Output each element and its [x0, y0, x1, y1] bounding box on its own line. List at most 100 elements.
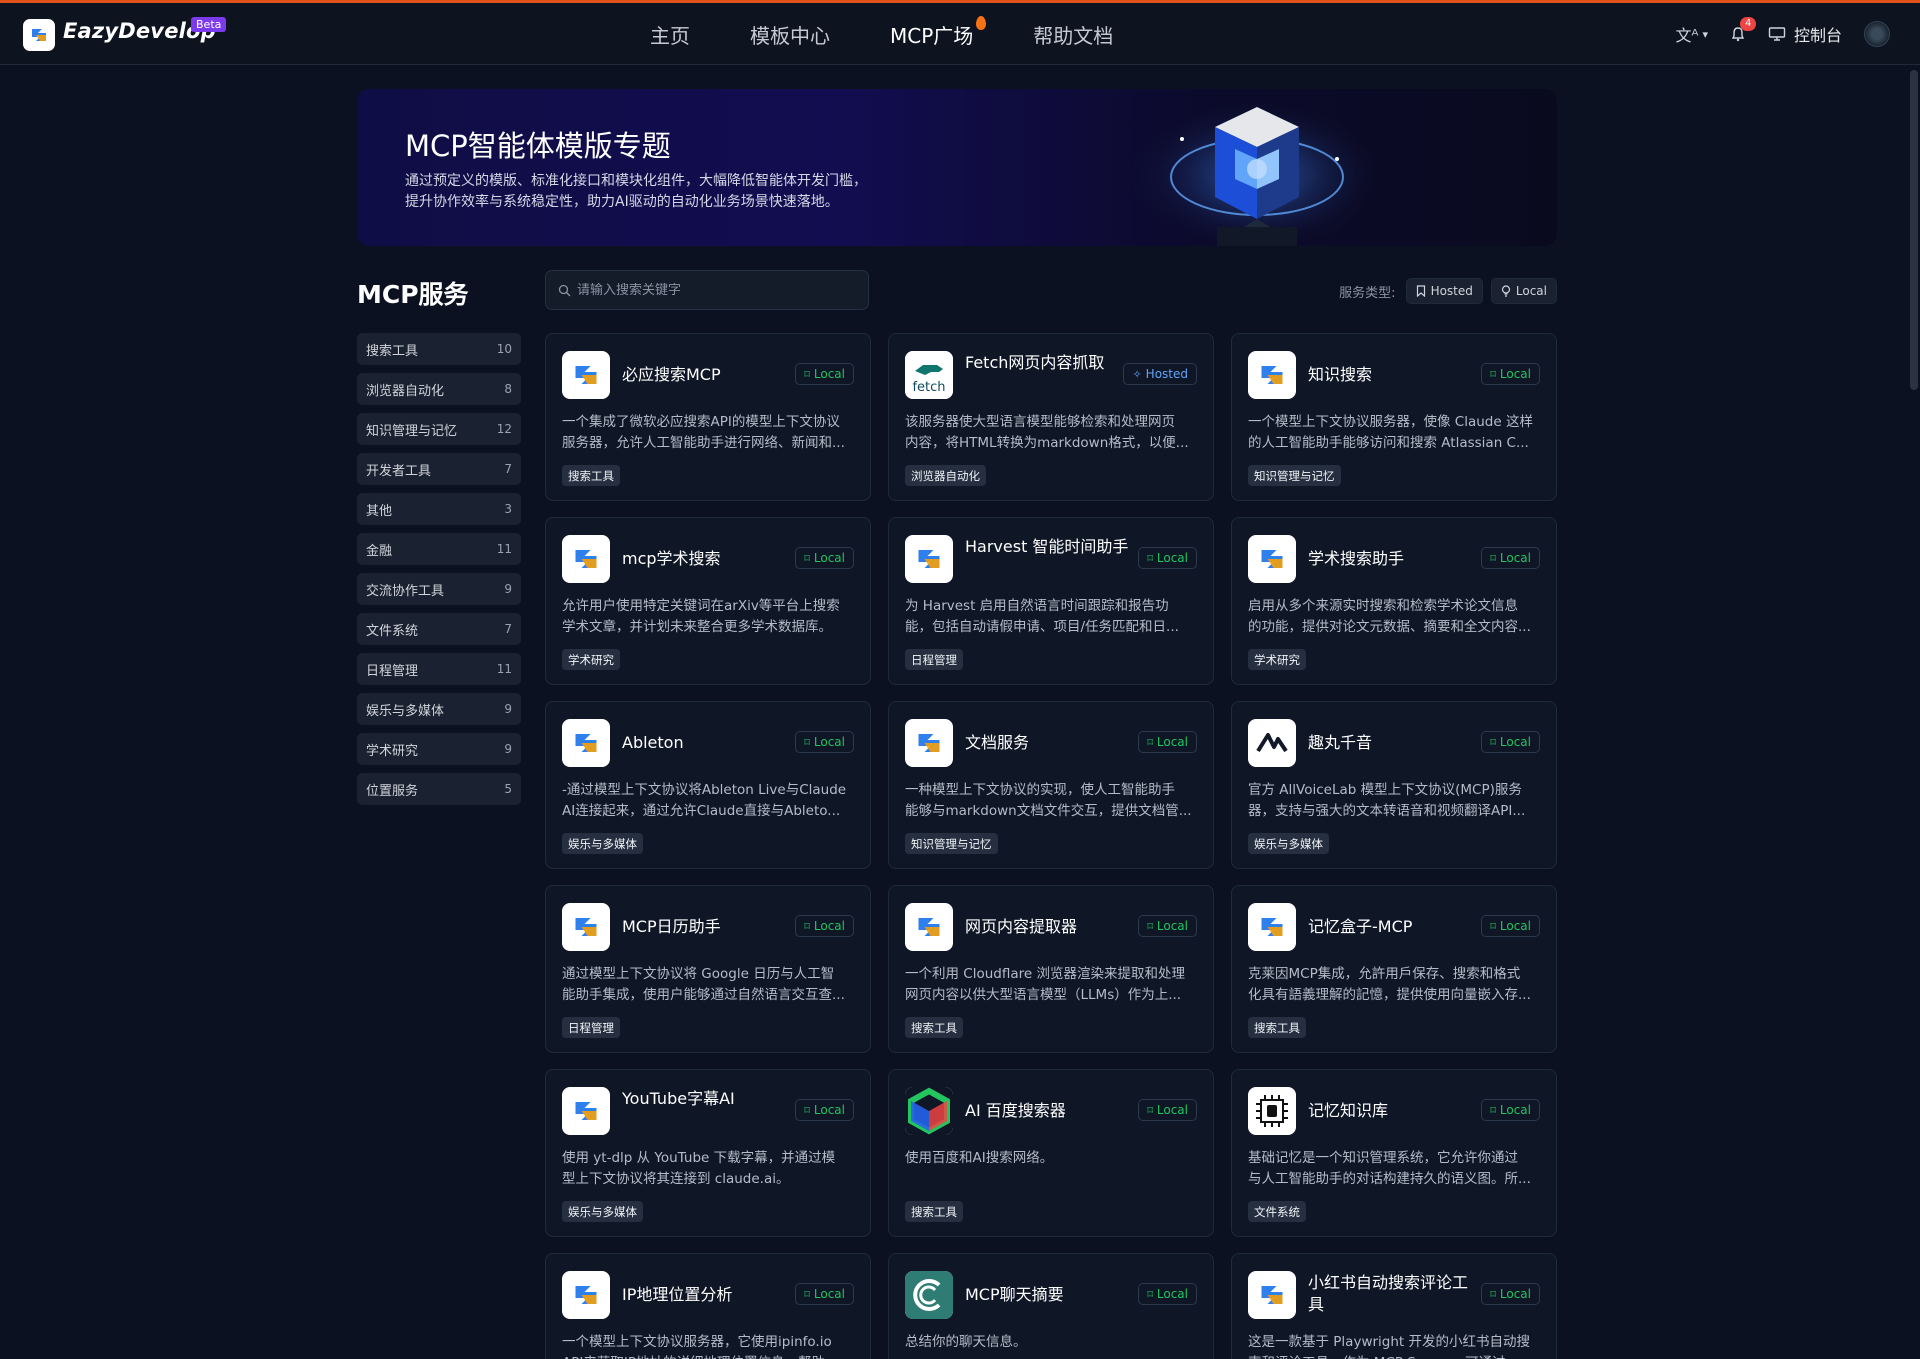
- eazydevelop-logo-icon: [1248, 903, 1296, 951]
- category-label: 学术研究: [366, 743, 419, 759]
- search-input[interactable]: [577, 282, 857, 298]
- mcp-card[interactable]: fetch Fetch网页内容抓取 ✧ Hosted 该服务器使大型语言模型能够…: [888, 333, 1214, 501]
- card-title: 小红书自动搜索评论工具: [1308, 1273, 1469, 1314]
- card-title: 趣丸千音: [1308, 733, 1373, 752]
- category-item[interactable]: 浏览器自动化 8: [357, 373, 521, 405]
- category-tag[interactable]: 学术研究: [1248, 649, 1306, 670]
- card-desc-line-2: 学术文章，并计划未来整合更多学术数据库。: [562, 619, 832, 635]
- category-tag[interactable]: 娱乐与多媒体: [562, 833, 643, 854]
- filter-local-button[interactable]: Local: [1490, 278, 1557, 304]
- service-type-tag: ⌑ Local: [795, 1283, 854, 1305]
- card-desc-line-2: 化具有語義理解的記憶，提供使用向量嵌入存...: [1248, 987, 1531, 1003]
- category-item[interactable]: 文件系统 7: [357, 613, 521, 645]
- nav-home[interactable]: 主页: [650, 20, 690, 49]
- category-item[interactable]: 搜索工具 10: [357, 333, 521, 365]
- category-tag[interactable]: 娱乐与多媒体: [1248, 833, 1329, 854]
- service-type-tag: ⌑ Local: [795, 363, 854, 385]
- category-tag[interactable]: 娱乐与多媒体: [562, 1201, 643, 1222]
- nav-help-docs[interactable]: 帮助文档: [1033, 20, 1113, 49]
- mcp-card[interactable]: 小红书自动搜索评论工具 ⌑ Local 这是一款基于 Playwright 开发…: [1231, 1253, 1557, 1359]
- mcp-card[interactable]: 知识搜索 ⌑ Local 一个模型上下文协议服务器，使像 Claude 这样 的…: [1231, 333, 1557, 501]
- card-title: MCP日历助手: [622, 917, 721, 936]
- category-count: 10: [496, 342, 512, 356]
- bookmark-icon: ⌑: [1490, 367, 1496, 381]
- mcp-card[interactable]: MCP聊天摘要 ⌑ Local 总结你的聊天信息。 交流协作工具: [888, 1253, 1214, 1359]
- card-description: 允许用户使用特定关键词在arXiv等平台上搜索 学术文章，并计划未来整合更多学术…: [562, 596, 856, 638]
- mcp-card[interactable]: mcp学术搜索 ⌑ Local 允许用户使用特定关键词在arXiv等平台上搜索 …: [545, 517, 871, 685]
- category-item[interactable]: 学术研究 9: [357, 733, 521, 765]
- scrollbar-thumb[interactable]: [1910, 70, 1918, 390]
- mcp-card[interactable]: 记忆盒子-MCP ⌑ Local 克莱因MCP集成，允許用戶保存、搜索和格式 化…: [1231, 885, 1557, 1053]
- card-desc-line-1: 一个利用 Cloudflare 浏览器渲染来提取和处理: [905, 966, 1185, 982]
- service-type-tag: ✧ Hosted: [1123, 363, 1197, 385]
- category-item[interactable]: 开发者工具 7: [357, 453, 521, 485]
- category-item[interactable]: 金融 11: [357, 533, 521, 565]
- service-type-tag: ⌑ Local: [1481, 1283, 1540, 1305]
- category-tag[interactable]: 日程管理: [562, 1017, 620, 1038]
- category-tag[interactable]: 搜索工具: [905, 1017, 963, 1038]
- card-desc-line-1: 允许用户使用特定关键词在arXiv等平台上搜索: [562, 598, 840, 614]
- section-title: MCP服务: [357, 280, 469, 309]
- bookmark-icon: ⌑: [1147, 1287, 1153, 1301]
- eazydevelop-logo-icon: [905, 535, 953, 583]
- service-type-tag: ⌑ Local: [1138, 1099, 1197, 1121]
- card-desc-line-1: 一个集成了微软必应搜索API的模型上下文协议: [562, 414, 840, 430]
- bookmark-icon: ⌑: [1490, 1103, 1496, 1117]
- service-type-tag: ⌑ Local: [795, 547, 854, 569]
- card-title: Fetch网页内容抓取: [965, 353, 1105, 372]
- category-tag[interactable]: 日程管理: [905, 649, 963, 670]
- mcp-card[interactable]: IP地理位置分析 ⌑ Local 一个模型上下文协议服务器，它使用ipinfo.…: [545, 1253, 871, 1359]
- nav-templates[interactable]: 模板中心: [750, 20, 830, 49]
- avatar[interactable]: [1864, 21, 1890, 47]
- category-tag[interactable]: 文件系统: [1248, 1201, 1306, 1222]
- category-item[interactable]: 位置服务 5: [357, 773, 521, 805]
- mcp-card[interactable]: AI 百度搜索器 ⌑ Local 使用百度和AI搜索网络。 搜索工具: [888, 1069, 1214, 1237]
- bookmark-icon: ⌑: [1490, 1287, 1496, 1301]
- category-item[interactable]: 交流协作工具 9: [357, 573, 521, 605]
- card-description: 一个模型上下文协议服务器，它使用ipinfo.io API来获取IP地址的详细地…: [562, 1332, 856, 1359]
- mcp-card[interactable]: 必应搜索MCP ⌑ Local 一个集成了微软必应搜索API的模型上下文协议 服…: [545, 333, 871, 501]
- category-item[interactable]: 日程管理 11: [357, 653, 521, 685]
- category-item[interactable]: 知识管理与记忆 12: [357, 413, 521, 445]
- mcp-card[interactable]: 学术搜索助手 ⌑ Local 启用从多个来源实时搜索和检索学术论文信息 的功能，…: [1231, 517, 1557, 685]
- top-header: EazyDevelop Beta 主页 模板中心 MCP广场 帮助文档 文ᴬ ▾…: [0, 3, 1920, 65]
- category-tag[interactable]: 搜索工具: [562, 465, 620, 486]
- mcp-card[interactable]: 网页内容提取器 ⌑ Local 一个利用 Cloudflare 浏览器渲染来提取…: [888, 885, 1214, 1053]
- brand-logo-icon[interactable]: [23, 19, 55, 51]
- filter-hosted-button[interactable]: Hosted: [1405, 278, 1483, 304]
- language-switcher[interactable]: 文ᴬ ▾: [1676, 22, 1708, 46]
- card-description: -通过模型上下文协议将Ableton Live与Claude AI连接起来，通过…: [562, 780, 856, 822]
- category-tag[interactable]: 搜索工具: [905, 1201, 963, 1222]
- category-tag[interactable]: 知识管理与记忆: [905, 833, 998, 854]
- card-desc-line-1: 通过模型上下文协议将 Google 日历与人工智: [562, 966, 835, 982]
- lightbulb-icon: [1501, 285, 1510, 297]
- card-desc-line-1: 这是一款基于 Playwright 开发的小红书自动搜: [1248, 1334, 1530, 1350]
- service-type-label: Local: [1499, 367, 1531, 381]
- card-description: 启用从多个来源实时搜索和检索学术论文信息 的功能，提供对论文元数据、摘要和全文内…: [1248, 596, 1542, 638]
- bookmark-icon: ⌑: [1490, 919, 1496, 933]
- eazydevelop-logo-icon: [562, 1087, 610, 1135]
- service-type-filter: 服务类型: Hosted Local: [1339, 278, 1557, 304]
- category-tag[interactable]: 知识管理与记忆: [1248, 465, 1341, 486]
- notification-button[interactable]: 4: [1730, 17, 1757, 42]
- mcp-card[interactable]: 趣丸千音 ⌑ Local 官方 AllVoiceLab 模型上下文协议(MCP)…: [1231, 701, 1557, 869]
- category-tag[interactable]: 浏览器自动化: [905, 465, 986, 486]
- category-item[interactable]: 其他 3: [357, 493, 521, 525]
- category-tag[interactable]: 搜索工具: [1248, 1017, 1306, 1038]
- console-link[interactable]: 控制台: [1768, 22, 1842, 46]
- service-type-tag: ⌑ Local: [795, 1099, 854, 1121]
- card-desc-line-2: 型上下文协议将其连接到 claude.ai。: [562, 1171, 790, 1187]
- card-desc-line-2: 内容，将HTML转换为markdown格式，以便...: [905, 435, 1189, 451]
- search-box[interactable]: [545, 270, 869, 310]
- category-tag[interactable]: 学术研究: [562, 649, 620, 670]
- mcp-card[interactable]: 文档服务 ⌑ Local 一种模型上下文协议的实现，使人工智能助手 能够与mar…: [888, 701, 1214, 869]
- mcp-card[interactable]: YouTube字幕AI ⌑ Local 使用 yt-dlp 从 YouTube …: [545, 1069, 871, 1237]
- nav-mcp-square[interactable]: MCP广场: [890, 15, 987, 49]
- mcp-card[interactable]: 记忆知识库 ⌑ Local 基础记忆是一个知识管理系统，它允许你通过 与人工智能…: [1231, 1069, 1557, 1237]
- banner-description: 通过预定义的模版、标准化接口和模块化组件，大幅降低智能体开发门槛， 提升协作效率…: [405, 171, 885, 213]
- mcp-card[interactable]: Harvest 智能时间助手 ⌑ Local 为 Harvest 启用自然语言时…: [888, 517, 1214, 685]
- mcp-card[interactable]: MCP日历助手 ⌑ Local 通过模型上下文协议将 Google 日历与人工智…: [545, 885, 871, 1053]
- card-title: MCP聊天摘要: [965, 1285, 1064, 1304]
- category-item[interactable]: 娱乐与多媒体 9: [357, 693, 521, 725]
- mcp-card[interactable]: Ableton ⌑ Local -通过模型上下文协议将Ableton Live与…: [545, 701, 871, 869]
